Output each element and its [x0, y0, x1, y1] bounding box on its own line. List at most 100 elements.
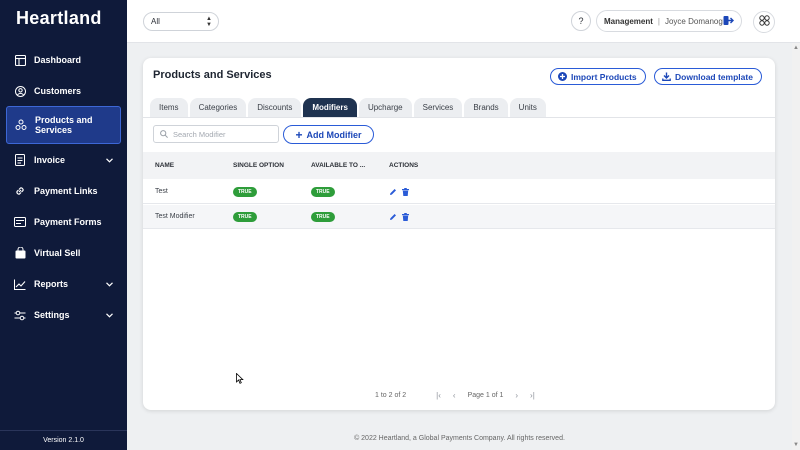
next-page-icon[interactable]: › [515, 391, 518, 400]
plus-icon: + [295, 127, 303, 142]
download-template-label: Download template [675, 71, 753, 82]
sidebar-item-label: Invoice [34, 155, 66, 165]
chevron-down-icon [106, 310, 113, 320]
tab-modifiers[interactable]: Modifiers [303, 98, 357, 117]
divider [143, 117, 775, 118]
delete-icon[interactable] [402, 187, 409, 196]
sidebar-item-dashboard[interactable]: Dashboard [6, 46, 121, 74]
edit-icon[interactable] [389, 213, 397, 221]
sidebar-item-products-and-services[interactable]: Products and Services [6, 106, 121, 144]
mouse-cursor-icon [236, 371, 244, 389]
sidebar-item-label: Payment Links [34, 186, 98, 196]
apps-grid-icon [758, 13, 770, 31]
status-badge: TRUE [233, 186, 257, 197]
download-template-button[interactable]: Download template [654, 68, 762, 85]
add-modifier-button[interactable]: + Add Modifier [283, 125, 374, 144]
edit-icon[interactable] [389, 188, 397, 196]
page-title: Products and Services [153, 69, 272, 81]
tab-items[interactable]: Items [150, 98, 188, 117]
single-option-cell: TRUE [233, 180, 257, 203]
actions-cell [389, 180, 414, 203]
tab-units[interactable]: Units [509, 98, 546, 117]
heartland-logo[interactable]: Heartland [16, 8, 102, 29]
scroll-up-icon[interactable]: ▲ [793, 45, 799, 51]
dashboard-icon [14, 54, 26, 66]
column-header-name[interactable]: NAME [155, 152, 174, 179]
tab-upcharge[interactable]: Upcharge [358, 98, 412, 117]
tab-brands[interactable]: Brands [464, 98, 508, 117]
column-header-actions: ACTIONS [389, 162, 419, 169]
plus-circle-icon [558, 72, 567, 81]
table-header: NAME SINGLE OPTION AVAILABLE TO ... ACTI… [143, 152, 775, 179]
sidebar-item-label: Payment Forms [34, 217, 102, 227]
single-option-cell: TRUE [233, 205, 257, 228]
sidebar-item-label: Products and Services [35, 115, 93, 135]
tab-services[interactable]: Services [413, 98, 463, 117]
import-products-button[interactable]: Import Products [550, 68, 646, 85]
add-modifier-label: Add Modifier [306, 129, 362, 140]
delete-icon[interactable] [402, 212, 409, 221]
logout-icon[interactable] [723, 15, 734, 28]
filter-select[interactable]: All ▲ ▼ [143, 12, 219, 31]
sidebar-item-invoice[interactable]: Invoice [6, 146, 121, 174]
help-button[interactable]: ? [571, 11, 591, 31]
available-cell: TRUE [311, 205, 335, 228]
tab-discounts[interactable]: Discounts [248, 98, 302, 117]
chevron-down-icon [106, 279, 113, 289]
sidebar-item-customers[interactable]: Customers [6, 77, 121, 105]
column-header-available-to[interactable]: AVAILABLE TO ... [311, 152, 365, 179]
sidebar-item-label: Settings [34, 310, 70, 320]
link-icon [14, 185, 26, 197]
settings-icon [14, 309, 26, 321]
search-icon [160, 130, 168, 138]
sidebar-item-label: Virtual Sell [34, 248, 81, 258]
first-page-icon[interactable]: |‹ [436, 391, 441, 400]
sidebar-item-payment-forms[interactable]: Payment Forms [6, 208, 121, 236]
available-cell: TRUE [311, 180, 335, 203]
page-indicator: Page 1 of 1 [467, 392, 504, 399]
import-products-label: Import Products [571, 71, 637, 82]
row-count: 1 to 2 of 2 [375, 392, 407, 399]
status-badge: TRUE [233, 211, 257, 222]
tab-categories[interactable]: Categories [189, 98, 247, 117]
form-icon [14, 216, 26, 228]
filter-select-value: All [151, 17, 160, 26]
sidebar-item-reports[interactable]: Reports [6, 270, 121, 298]
user-menu[interactable]: Management | Joyce Domanog [596, 10, 742, 32]
search-input[interactable] [173, 129, 268, 139]
search-box [153, 125, 279, 143]
sidebar-item-label: Reports [34, 279, 69, 289]
products-icon [15, 119, 27, 131]
download-icon [662, 72, 671, 81]
user-name: Joyce Domanog [664, 16, 723, 26]
sidebar-item-settings[interactable]: Settings [6, 301, 121, 329]
previous-page-icon[interactable]: ‹ [453, 391, 456, 400]
sidebar: Heartland Dashboard Customers Products a… [0, 0, 127, 450]
user-role: Management [604, 16, 653, 26]
row-name: Test Modifier [155, 213, 195, 220]
invoice-icon [14, 154, 26, 166]
customers-icon [14, 85, 26, 97]
sidebar-item-label: Dashboard [34, 55, 82, 65]
last-page-icon[interactable]: ›| [530, 391, 535, 400]
footer-copyright: © 2022 Heartland, a Global Payments Comp… [354, 435, 565, 442]
bag-icon [14, 247, 26, 259]
page-scrollbar[interactable]: ▲ ▼ [792, 43, 800, 450]
table-row[interactable]: Test Modifier TRUE TRUE [143, 205, 775, 229]
column-header-single-option[interactable]: SINGLE OPTION [233, 152, 284, 179]
status-badge: TRUE [311, 211, 335, 222]
scroll-down-icon[interactable]: ▼ [793, 442, 799, 448]
table-row[interactable]: Test TRUE TRUE [143, 180, 775, 204]
top-bar: All ▲ ▼ ? Management | Joyce Domanog [127, 0, 800, 43]
chart-icon [14, 278, 26, 290]
actions-cell [389, 205, 414, 228]
divider: | [657, 16, 660, 26]
status-badge: TRUE [311, 186, 335, 197]
tab-bar: Items Categories Discounts Modifiers Upc… [150, 98, 548, 118]
apps-button[interactable] [753, 11, 775, 33]
sidebar-item-virtual-sell[interactable]: Virtual Sell [6, 239, 121, 267]
products-card: Products and Services Import Products Do… [143, 58, 775, 410]
sidebar-item-label: Customers [34, 86, 82, 96]
sidebar-item-payment-links[interactable]: Payment Links [6, 177, 121, 205]
chevron-down-icon [106, 155, 113, 165]
